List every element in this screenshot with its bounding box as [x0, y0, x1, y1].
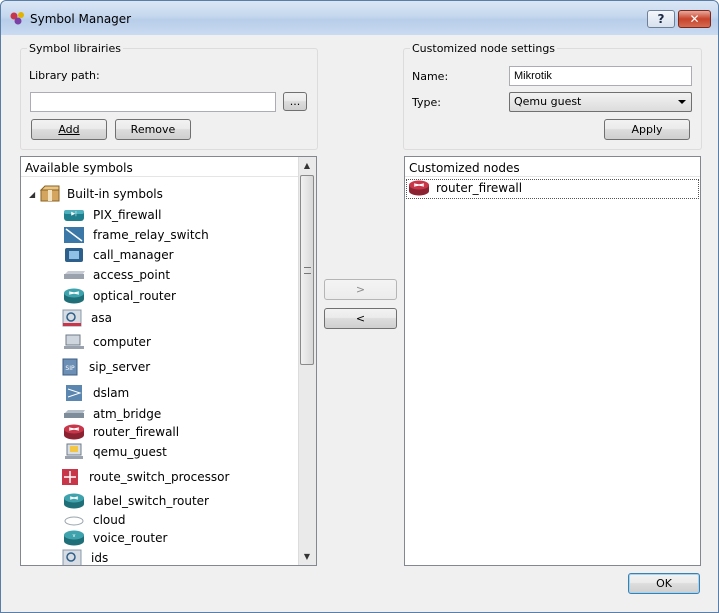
- symbol-item[interactable]: atm_bridge: [63, 404, 161, 424]
- customized-node-row[interactable]: router_firewall: [406, 179, 699, 199]
- symbol-item[interactable]: qemu_guest: [63, 442, 167, 462]
- router-firewall-icon: [409, 180, 429, 196]
- symbol-item-label: sip_server: [89, 360, 151, 374]
- symbol-item[interactable]: dslam: [63, 383, 129, 403]
- symbol-item-label: access_point: [93, 268, 171, 282]
- help-button[interactable]: ?: [647, 10, 675, 28]
- voice-router-icon: v: [64, 530, 84, 546]
- title-bar[interactable]: Symbol Manager ? ✕: [1, 1, 718, 35]
- close-button[interactable]: ✕: [678, 10, 711, 28]
- chevron-down-icon: [678, 100, 686, 104]
- symbol-item[interactable]: access_point: [63, 265, 170, 285]
- available-symbols-header: Available symbols: [21, 157, 299, 177]
- symbol-item[interactable]: frame_relay_switch: [63, 225, 209, 245]
- computer-icon: [64, 334, 84, 349]
- symbol-item-label: router_firewall: [93, 425, 180, 439]
- tree-root-builtin[interactable]: ◢ Built-in symbols: [29, 184, 163, 204]
- scroll-up-arrow-icon[interactable]: ▲: [299, 157, 315, 174]
- collapse-arrow-icon[interactable]: ◢: [29, 190, 39, 199]
- cloud-icon: [64, 516, 84, 526]
- apply-button[interactable]: Apply: [604, 119, 690, 140]
- symbol-item[interactable]: label_switch_router: [63, 491, 209, 511]
- library-path-label: Library path:: [29, 69, 100, 82]
- dslam-icon: [66, 385, 82, 401]
- symbol-item[interactable]: asa: [61, 308, 112, 328]
- package-icon: [39, 185, 60, 202]
- symbol-libraries-title: Symbol librairies: [27, 42, 123, 55]
- optical-router-icon: [64, 288, 84, 304]
- symbol-item-label: ids: [91, 551, 109, 565]
- type-select[interactable]: Qemu guest: [509, 92, 692, 112]
- symbol-item-label: cloud: [93, 513, 126, 527]
- symbol-item-label: qemu_guest: [93, 445, 167, 459]
- add-library-button[interactable]: Add: [31, 119, 107, 140]
- library-path-input[interactable]: [30, 92, 276, 112]
- customized-nodes-header: Customized nodes: [405, 157, 700, 177]
- symbol-item-label: voice_router: [93, 531, 168, 545]
- type-label: Type:: [412, 96, 441, 109]
- symbol-libraries-group: Symbol librairies Library path: ... Add …: [20, 42, 318, 150]
- window-title: Symbol Manager: [30, 12, 132, 26]
- scroll-down-arrow-icon[interactable]: ▼: [299, 548, 315, 565]
- type-select-value: Qemu guest: [514, 95, 582, 108]
- add-to-customized-button[interactable]: >: [324, 279, 397, 300]
- asa-icon: [62, 309, 82, 327]
- symbol-item-label: label_switch_router: [93, 494, 209, 508]
- ids-icon: [62, 549, 82, 565]
- symbol-item[interactable]: SIP sip_server: [59, 357, 150, 377]
- symbol-manager-window: Symbol Manager ? ✕ Symbol librairies Lib…: [0, 0, 719, 613]
- symbol-item-label: asa: [91, 311, 112, 325]
- symbol-item-label: dslam: [93, 386, 130, 400]
- symbol-item[interactable]: cloud: [63, 510, 126, 530]
- call-manager-icon: [65, 248, 83, 262]
- symbol-item-label: PIX_firewall: [93, 208, 162, 222]
- symbol-item[interactable]: ids: [61, 548, 109, 565]
- label-switch-router-icon: [64, 493, 84, 509]
- symbol-item-label: call_manager: [93, 248, 174, 262]
- dialog-body: Symbol librairies Library path: ... Add …: [8, 35, 712, 605]
- ok-button[interactable]: OK: [628, 573, 700, 594]
- app-icon: [10, 12, 24, 25]
- customized-node-item[interactable]: router_firewall: [408, 178, 522, 198]
- router-firewall-icon: [64, 424, 84, 440]
- symbol-item-label: frame_relay_switch: [93, 228, 209, 242]
- name-label: Name:: [412, 70, 449, 83]
- customized-node-label: router_firewall: [436, 181, 523, 195]
- sip-server-icon: SIP: [62, 358, 78, 376]
- route-switch-processor-icon: [62, 469, 78, 485]
- symbol-item[interactable]: v voice_router: [63, 528, 167, 548]
- svg-text:SIP: SIP: [65, 365, 75, 372]
- qemu-guest-icon: [65, 443, 83, 459]
- tree-root-label: Built-in symbols: [67, 187, 163, 201]
- symbol-item-label: route_switch_processor: [89, 470, 230, 484]
- symbol-item[interactable]: route_switch_processor: [59, 467, 229, 487]
- frame-relay-switch-icon: [64, 227, 84, 243]
- available-scrollbar[interactable]: ▲ ▼: [298, 157, 316, 565]
- node-settings-title: Customized node settings: [410, 42, 558, 55]
- atm-bridge-icon: [64, 410, 85, 418]
- customized-node-settings-group: Customized node settings Name: Type: Qem…: [403, 42, 702, 150]
- access-point-icon: [64, 271, 85, 279]
- name-input[interactable]: [509, 66, 692, 86]
- grip-icon: [304, 267, 311, 274]
- symbol-item[interactable]: call_manager: [63, 245, 174, 265]
- remove-library-button[interactable]: Remove: [115, 119, 191, 140]
- remove-from-customized-button[interactable]: <: [324, 308, 397, 329]
- svg-text:v: v: [73, 533, 76, 539]
- pix-firewall-icon: ▶|: [64, 210, 84, 221]
- symbol-item[interactable]: computer: [63, 332, 151, 352]
- scroll-thumb[interactable]: [300, 175, 314, 365]
- svg-text:▶|: ▶|: [71, 211, 77, 217]
- symbol-item[interactable]: ▶| PIX_firewall: [63, 205, 161, 225]
- browse-button[interactable]: ...: [283, 92, 307, 111]
- available-symbols-panel[interactable]: Available symbols ◢ Built-in symbols ▶| P…: [20, 156, 317, 566]
- symbol-item[interactable]: router_firewall: [63, 422, 179, 442]
- symbol-item-label: atm_bridge: [93, 407, 162, 421]
- symbol-item[interactable]: optical_router: [63, 286, 176, 306]
- available-symbols-tree[interactable]: ◢ Built-in symbols ▶| PIX_firewall frame_r…: [21, 178, 299, 565]
- customized-nodes-panel[interactable]: Customized nodes router_firewall: [404, 156, 701, 566]
- symbol-item-label: computer: [93, 335, 151, 349]
- symbol-item-label: optical_router: [93, 289, 176, 303]
